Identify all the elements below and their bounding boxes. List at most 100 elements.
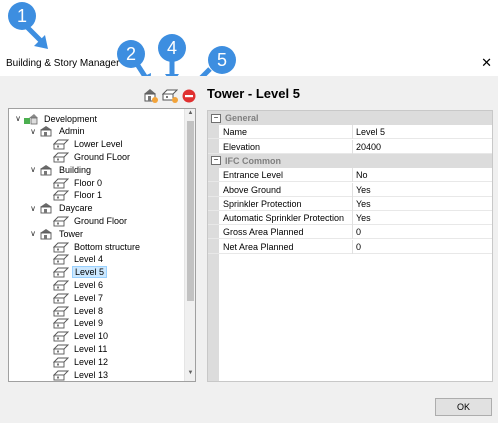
property-name: Automatic Sprinkler Protection [223, 213, 345, 224]
property-row[interactable]: Net Area Planned 0 [208, 239, 492, 254]
story-icon [53, 306, 69, 316]
property-value[interactable]: Yes [356, 185, 371, 195]
property-name: Above Ground [223, 184, 282, 195]
story-icon [53, 331, 69, 342]
building-story-tree[interactable]: ▲ ▼ ∨ Development ∨ Admin Lower Level Ground … [8, 108, 196, 382]
tree-item[interactable]: Level 4 [43, 253, 105, 266]
property-row[interactable]: Above Ground Yes [208, 182, 492, 197]
tree-item-label: Building [59, 164, 92, 175]
tree-item[interactable]: Level 10 [43, 330, 110, 343]
tree-item[interactable]: Level 11 [43, 342, 109, 355]
tree-item[interactable]: Level 7 [43, 291, 105, 304]
property-value[interactable]: No [356, 170, 368, 180]
story-icon [53, 293, 69, 304]
tree-item[interactable]: ∨ Development [13, 112, 99, 125]
property-name: Elevation [223, 141, 261, 152]
property-value[interactable]: 0 [356, 227, 361, 237]
column-divider [352, 139, 353, 154]
add-building-button[interactable] [142, 87, 158, 103]
add-story-button[interactable] [162, 87, 178, 103]
category-label: General [225, 113, 259, 123]
project-icon [24, 113, 38, 124]
tree-item[interactable]: Level 8 [43, 304, 105, 317]
category-label: IFC Common [225, 155, 281, 166]
expand-chevron-icon[interactable]: ∨ [28, 165, 38, 174]
scroll-up-arrow-icon[interactable]: ▲ [185, 110, 195, 120]
tree-item[interactable]: ∨ Tower [28, 227, 85, 240]
property-value[interactable]: 20400 [356, 142, 381, 152]
column-divider [352, 168, 353, 183]
story-icon [53, 267, 69, 278]
building-icon [40, 203, 52, 214]
story-icon [53, 139, 69, 150]
tree-item[interactable]: Lower Level [43, 138, 125, 151]
story-icon [53, 254, 69, 265]
collapse-toggle-icon[interactable]: − [211, 156, 221, 166]
scroll-thumb[interactable] [187, 121, 194, 301]
close-button[interactable]: ✕ [481, 56, 492, 69]
expand-chevron-icon[interactable]: ∨ [28, 127, 38, 136]
story-icon [53, 344, 69, 355]
story-icon [53, 242, 69, 252]
collapse-toggle-icon[interactable]: − [211, 113, 221, 123]
expand-chevron-icon[interactable]: ∨ [28, 229, 38, 238]
property-row[interactable]: Name Level 5 [208, 125, 492, 140]
property-row[interactable]: Automatic Sprinkler Protection Yes [208, 211, 492, 226]
tree-item[interactable]: Level 5 [43, 266, 108, 279]
property-name: Name [223, 127, 248, 138]
tree-item[interactable]: Ground Floor [43, 214, 129, 227]
story-icon [53, 190, 69, 201]
tree-item[interactable]: Floor 0 [43, 176, 104, 189]
tree-item[interactable]: Level 13 [43, 368, 110, 381]
building-icon [40, 228, 52, 240]
window-title: Building & Story Manager [6, 58, 120, 69]
property-value[interactable]: Yes [356, 213, 371, 223]
tree-item-label: Bottom structure [74, 241, 141, 252]
tree-item[interactable]: ∨ Building [28, 163, 93, 176]
tree-item[interactable]: Bottom structure [43, 240, 142, 253]
tree-item[interactable]: ∨ Daycare [28, 202, 95, 215]
remove-button[interactable] [181, 88, 197, 104]
property-value[interactable]: Level 5 [356, 127, 385, 137]
tree-item-label: Floor 1 [74, 190, 103, 201]
tree-item-label: Admin [59, 126, 85, 137]
property-name: Gross Area Planned [223, 227, 304, 238]
tree-item-label: Level 9 [74, 318, 104, 329]
tree-item-label: Daycare [59, 203, 93, 214]
expand-chevron-icon[interactable]: ∨ [28, 204, 38, 213]
property-name: Sprinkler Protection [223, 198, 302, 209]
property-category[interactable]: − General [208, 111, 492, 125]
property-value[interactable]: 0 [356, 242, 361, 252]
property-row[interactable]: Elevation 20400 [208, 139, 492, 154]
property-row[interactable]: Gross Area Planned 0 [208, 225, 492, 240]
property-value[interactable]: Yes [356, 199, 371, 209]
column-divider [352, 239, 353, 254]
tree-item-label: Level 10 [74, 331, 109, 342]
story-icon [53, 357, 69, 368]
building-icon [40, 126, 52, 137]
tree-item-label: Development [44, 113, 98, 124]
title-bar: Building & Story Manager ✕ [0, 52, 498, 74]
tree-item-label: Level 13 [74, 369, 109, 380]
tree-item[interactable]: Floor 1 [43, 189, 104, 202]
property-row[interactable]: Sprinkler Protection Yes [208, 196, 492, 211]
column-divider [352, 225, 353, 240]
property-category[interactable]: − IFC Common [208, 153, 492, 168]
scroll-down-arrow-icon[interactable]: ▼ [185, 370, 195, 380]
tree-item-label: Level 7 [74, 292, 104, 303]
tree-scrollbar[interactable]: ▲ ▼ [184, 109, 195, 381]
expand-chevron-icon[interactable]: ∨ [13, 114, 23, 123]
tree-item[interactable]: Level 9 [43, 317, 105, 330]
tree-item-label: Level 4 [74, 254, 104, 265]
column-divider [352, 182, 353, 197]
tree-item[interactable]: Level 6 [43, 278, 105, 291]
property-row[interactable]: Entrance Level No [208, 168, 492, 183]
tree-item[interactable]: Level 12 [43, 355, 110, 368]
ok-button[interactable]: OK [435, 398, 492, 416]
tree-item[interactable]: Ground FLoor [43, 150, 132, 163]
story-icon [53, 370, 69, 380]
tree-item[interactable]: ∨ Admin [28, 125, 87, 138]
tree-item-label: Tower [59, 228, 84, 239]
panel-title: Tower - Level 5 [207, 86, 300, 101]
story-icon [53, 216, 69, 227]
